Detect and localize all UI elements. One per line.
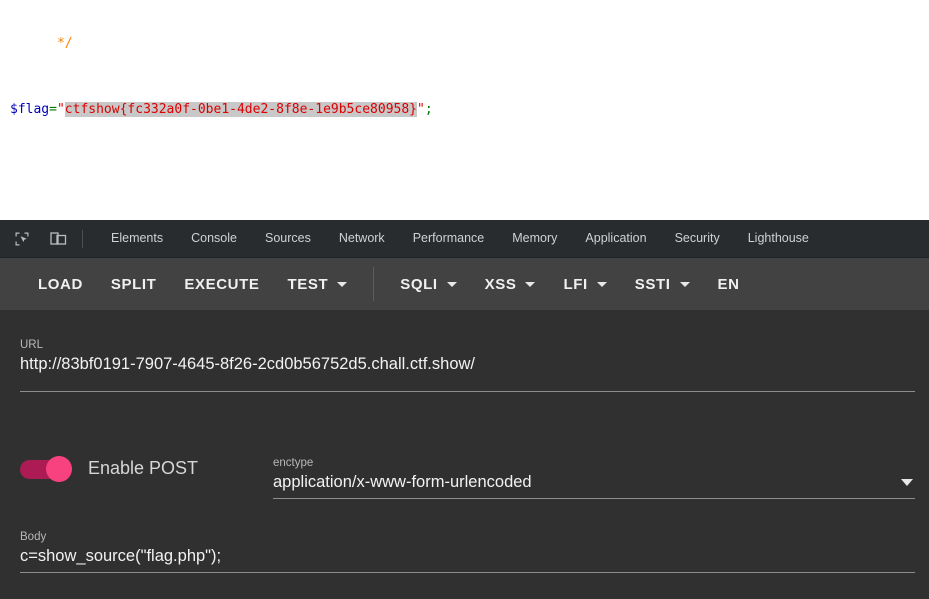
test-menu-label: TEST — [287, 275, 329, 293]
devtools-tab-strip: Elements Console Sources Network Perform… — [0, 220, 929, 258]
body-input-underline — [20, 572, 915, 573]
devtools-icon-separator — [82, 229, 83, 248]
php-string-open-quote: " — [56, 102, 65, 117]
inspect-element-icon[interactable] — [8, 226, 36, 252]
url-label: URL — [20, 339, 44, 351]
hackbar-form: URL http://83bf0191-7907-4645-8f26-2cd0b… — [0, 310, 929, 599]
enable-post-label: Enable POST — [88, 458, 199, 478]
encoding-menu-label: EN — [717, 275, 740, 293]
devtools-tab-network[interactable]: Network — [325, 220, 399, 257]
url-input[interactable]: http://83bf0191-7907-4645-8f26-2cd0b5675… — [20, 352, 915, 376]
body-field-group: Body c=show_source("flag.php"); — [20, 530, 915, 573]
toolbar-separator — [373, 267, 375, 301]
devtools-tab-sources[interactable]: Sources — [251, 220, 325, 257]
load-button-label: LOAD — [38, 275, 83, 293]
devtools-tab-performance[interactable]: Performance — [399, 220, 499, 257]
devtools-tab-security[interactable]: Security — [661, 220, 734, 257]
php-variable-token: $flag — [10, 102, 50, 117]
chevron-down-icon — [901, 478, 913, 486]
sqli-menu-button[interactable]: SQLI — [386, 258, 470, 310]
hackbar-toolbar: LOAD SPLIT EXECUTE TEST SQLI XSS LFI SST… — [0, 258, 929, 310]
devtools-tab-console[interactable]: Console — [177, 220, 251, 257]
php-operator-token: = — [49, 102, 57, 117]
screenshot-root: */ $flag="ctfshow{fc332a0f-0be1-4de2-8f8… — [0, 0, 929, 599]
execute-button-label: EXECUTE — [184, 275, 260, 293]
url-input-underline — [20, 391, 915, 392]
devtools-tab-application[interactable]: Application — [571, 220, 660, 257]
toggle-knob — [46, 455, 72, 482]
code-line-comment-end: */ — [10, 18, 929, 69]
sqli-menu-label: SQLI — [400, 275, 438, 293]
xss-menu-label: XSS — [484, 275, 517, 293]
test-menu-button[interactable]: TEST — [273, 258, 361, 310]
split-button-label: SPLIT — [110, 275, 157, 293]
ssti-menu-button[interactable]: SSTI — [621, 258, 704, 310]
flag-text-selected[interactable]: ctfshow{fc332a0f-0be1-4de2-8f8e-1e9b5ce8… — [64, 102, 417, 117]
lfi-menu-label: LFI — [563, 275, 588, 293]
chevron-down-icon — [525, 281, 536, 287]
xss-menu-button[interactable]: XSS — [471, 258, 550, 310]
php-string-close-quote: " — [417, 102, 425, 117]
post-settings-row: Enable POST enctype application/x-www-fo… — [0, 428, 929, 499]
enctype-select-underline — [273, 498, 915, 499]
chevron-down-icon — [446, 281, 457, 287]
devtools-tab-elements[interactable]: Elements — [97, 220, 177, 257]
devtools-tabs: Elements Console Sources Network Perform… — [97, 220, 823, 257]
devtools-tab-lighthouse[interactable]: Lighthouse — [734, 220, 823, 257]
execute-button[interactable]: EXECUTE — [170, 258, 273, 310]
body-input[interactable]: c=show_source("flag.php"); — [20, 544, 915, 568]
lfi-menu-button[interactable]: LFI — [549, 258, 620, 310]
enctype-label: enctype — [273, 457, 314, 469]
enctype-selected-value: application/x-www-form-urlencoded — [273, 473, 532, 491]
chevron-down-icon — [337, 281, 348, 287]
enctype-field-group: enctype application/x-www-form-urlencode… — [273, 456, 915, 499]
chevron-down-icon — [596, 281, 607, 287]
body-label: Body — [20, 531, 47, 543]
enable-post-toggle[interactable]: Enable POST — [20, 455, 199, 482]
enctype-select[interactable]: application/x-www-form-urlencoded — [273, 470, 915, 494]
php-comment-token: */ — [56, 36, 73, 51]
device-toolbar-icon[interactable] — [44, 226, 72, 252]
encoding-menu-button[interactable]: EN — [704, 258, 754, 310]
ssti-menu-label: SSTI — [634, 275, 671, 293]
php-source-output: */ $flag="ctfshow{fc332a0f-0be1-4de2-8f8… — [0, 0, 929, 220]
split-button[interactable]: SPLIT — [97, 258, 171, 310]
load-button[interactable]: LOAD — [24, 258, 97, 310]
url-field-group: URL http://83bf0191-7907-4645-8f26-2cd0b… — [20, 338, 915, 376]
devtools-tab-memory[interactable]: Memory — [498, 220, 571, 257]
toggle-switch[interactable] — [20, 455, 72, 482]
chevron-down-icon — [679, 281, 690, 287]
php-semicolon-token: ; — [424, 102, 433, 117]
code-line-flag-assignment: $flag="ctfshow{fc332a0f-0be1-4de2-8f8e-1… — [10, 101, 929, 118]
